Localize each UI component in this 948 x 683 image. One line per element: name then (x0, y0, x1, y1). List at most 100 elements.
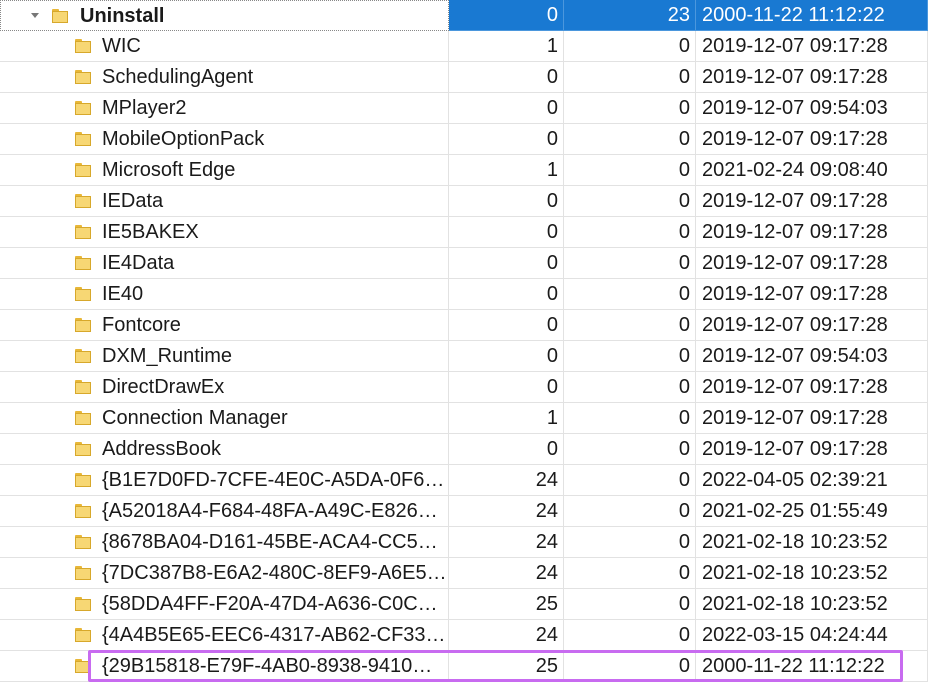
key-name: Uninstall (80, 5, 165, 27)
tree-row[interactable]: {B1E7D0FD-7CFE-4E0C-A5DA-0F6… 24 0 2022-04-… (0, 465, 948, 496)
key-name-cell[interactable]: MPlayer2 (0, 93, 449, 124)
tree-row[interactable]: {A52018A4-F684-48FA-A49C-E826… 24 0 2021-02… (0, 496, 948, 527)
subkeys-count: 0 (449, 372, 564, 403)
tree-row[interactable]: {58DDA4FF-F20A-47D4-A636-C0C… 25 0 2021-02-… (0, 589, 948, 620)
subkeys-count: 0 (449, 62, 564, 93)
modified-date: 2000-11-22 11:12:22 (696, 651, 928, 682)
tree-row[interactable]: {7DC387B8-E6A2-480C-8EF9-A6E5… 24 0 2021-02… (0, 558, 948, 589)
key-name-cell[interactable]: {A52018A4-F684-48FA-A49C-E826… (0, 496, 449, 527)
values-count: 0 (564, 124, 696, 155)
subkeys-count: 24 (449, 558, 564, 589)
folder-icon (75, 225, 91, 239)
key-name: DirectDrawEx (102, 376, 225, 398)
tree-row[interactable]: {29B15818-E79F-4AB0-8938-9410… 25 0 2000-11… (0, 651, 948, 682)
values-count: 0 (564, 403, 696, 434)
tree-row[interactable]: {8678BA04-D161-45BE-ACA4-CC5… 24 0 2021-02-… (0, 527, 948, 558)
key-name: Connection Manager (102, 407, 288, 429)
tree-row-uninstall[interactable]: Uninstall 0 23 2000-11-22 11:12:22 (0, 0, 948, 31)
key-name-cell[interactable]: IE40 (0, 279, 449, 310)
key-name-cell[interactable]: Uninstall (0, 0, 449, 31)
folder-icon (75, 287, 91, 301)
key-name: MPlayer2 (102, 97, 187, 119)
key-name: {7DC387B8-E6A2-480C-8EF9-A6E5… (102, 562, 447, 584)
key-name-cell[interactable]: MobileOptionPack (0, 124, 449, 155)
subkeys-count: 0 (449, 217, 564, 248)
modified-date: 2021-02-25 01:55:49 (696, 496, 928, 527)
values-count: 0 (564, 279, 696, 310)
folder-icon (75, 566, 91, 580)
key-name-cell[interactable]: WIC (0, 31, 449, 62)
modified-date: 2022-04-05 02:39:21 (696, 465, 928, 496)
folder-icon (75, 473, 91, 487)
key-name-cell[interactable]: IE4Data (0, 248, 449, 279)
key-name-cell[interactable]: {58DDA4FF-F20A-47D4-A636-C0C… (0, 589, 449, 620)
key-name: SchedulingAgent (102, 66, 254, 88)
tree-row[interactable]: MPlayer2 0 0 2019-12-07 09:54:03 (0, 93, 948, 124)
values-count: 0 (564, 372, 696, 403)
values-count: 0 (564, 465, 696, 496)
key-name-cell[interactable]: Microsoft Edge (0, 155, 449, 186)
tree-row[interactable]: Fontcore 0 0 2019-12-07 09:17:28 (0, 310, 948, 341)
subkeys-count: 24 (449, 527, 564, 558)
folder-icon (75, 535, 91, 549)
folder-icon (75, 411, 91, 425)
collapse-chevron-icon[interactable] (31, 13, 39, 18)
values-count: 0 (564, 310, 696, 341)
key-name: IE40 (102, 283, 144, 305)
key-name: {58DDA4FF-F20A-47D4-A636-C0C… (102, 593, 438, 615)
subkeys-count: 0 (449, 341, 564, 372)
tree-row[interactable]: IEData 0 0 2019-12-07 09:17:28 (0, 186, 948, 217)
folder-icon (75, 659, 91, 673)
tree-row[interactable]: WIC 1 0 2019-12-07 09:17:28 (0, 31, 948, 62)
key-name-cell[interactable]: IEData (0, 186, 449, 217)
key-name: {B1E7D0FD-7CFE-4E0C-A5DA-0F6… (102, 469, 445, 491)
key-name: DXM_Runtime (102, 345, 233, 367)
tree-row[interactable]: MobileOptionPack 0 0 2019-12-07 09:17:28 (0, 124, 948, 155)
tree-row[interactable]: DXM_Runtime 0 0 2019-12-07 09:54:03 (0, 341, 948, 372)
values-count: 0 (564, 496, 696, 527)
tree-row[interactable]: Connection Manager 1 0 2019-12-07 09:17:28 (0, 403, 948, 434)
tree-row[interactable]: IE40 0 0 2019-12-07 09:17:28 (0, 279, 948, 310)
tree-row[interactable]: SchedulingAgent 0 0 2019-12-07 09:17:28 (0, 62, 948, 93)
values-count: 0 (564, 31, 696, 62)
tree-row[interactable]: AddressBook 0 0 2019-12-07 09:17:28 (0, 434, 948, 465)
folder-icon (75, 194, 91, 208)
key-name-cell[interactable]: DXM_Runtime (0, 341, 449, 372)
key-name-cell[interactable]: {7DC387B8-E6A2-480C-8EF9-A6E5… (0, 558, 449, 589)
key-name-cell[interactable]: DirectDrawEx (0, 372, 449, 403)
key-name-cell[interactable]: IE5BAKEX (0, 217, 449, 248)
key-name-cell[interactable]: {4A4B5E65-EEC6-4317-AB62-CF33… (0, 620, 449, 651)
modified-date: 2019-12-07 09:17:28 (696, 186, 928, 217)
tree-row[interactable]: IE4Data 0 0 2019-12-07 09:17:28 (0, 248, 948, 279)
subkeys-count: 0 (449, 124, 564, 155)
key-name-cell[interactable]: Fontcore (0, 310, 449, 341)
subkeys-count: 25 (449, 589, 564, 620)
key-name-cell[interactable]: AddressBook (0, 434, 449, 465)
values-count: 23 (564, 0, 696, 31)
values-count: 0 (564, 62, 696, 93)
subkeys-count: 24 (449, 620, 564, 651)
key-name: MobileOptionPack (102, 128, 265, 150)
key-name: IEData (102, 190, 164, 212)
tree-row[interactable]: IE5BAKEX 0 0 2019-12-07 09:17:28 (0, 217, 948, 248)
modified-date: 2019-12-07 09:17:28 (696, 31, 928, 62)
modified-date: 2000-11-22 11:12:22 (696, 0, 928, 31)
modified-date: 2019-12-07 09:17:28 (696, 62, 928, 93)
key-name-cell[interactable]: Connection Manager (0, 403, 449, 434)
tree-row[interactable]: DirectDrawEx 0 0 2019-12-07 09:17:28 (0, 372, 948, 403)
tree-row[interactable]: Microsoft Edge 1 0 2021-02-24 09:08:40 (0, 155, 948, 186)
key-name-cell[interactable]: {B1E7D0FD-7CFE-4E0C-A5DA-0F6… (0, 465, 449, 496)
modified-date: 2019-12-07 09:17:28 (696, 279, 928, 310)
subkeys-count: 25 (449, 651, 564, 682)
subkeys-count: 1 (449, 155, 564, 186)
tree-row[interactable]: {4A4B5E65-EEC6-4317-AB62-CF33… 24 0 2022-03… (0, 620, 948, 651)
key-name-cell[interactable]: SchedulingAgent (0, 62, 449, 93)
folder-icon (75, 349, 91, 363)
scroll-edge (928, 0, 948, 683)
key-name-cell[interactable]: {8678BA04-D161-45BE-ACA4-CC5… (0, 527, 449, 558)
folder-icon (75, 597, 91, 611)
folder-icon (75, 256, 91, 270)
modified-date: 2021-02-24 09:08:40 (696, 155, 928, 186)
subkeys-count: 24 (449, 496, 564, 527)
key-name-cell[interactable]: {29B15818-E79F-4AB0-8938-9410… (0, 651, 449, 682)
